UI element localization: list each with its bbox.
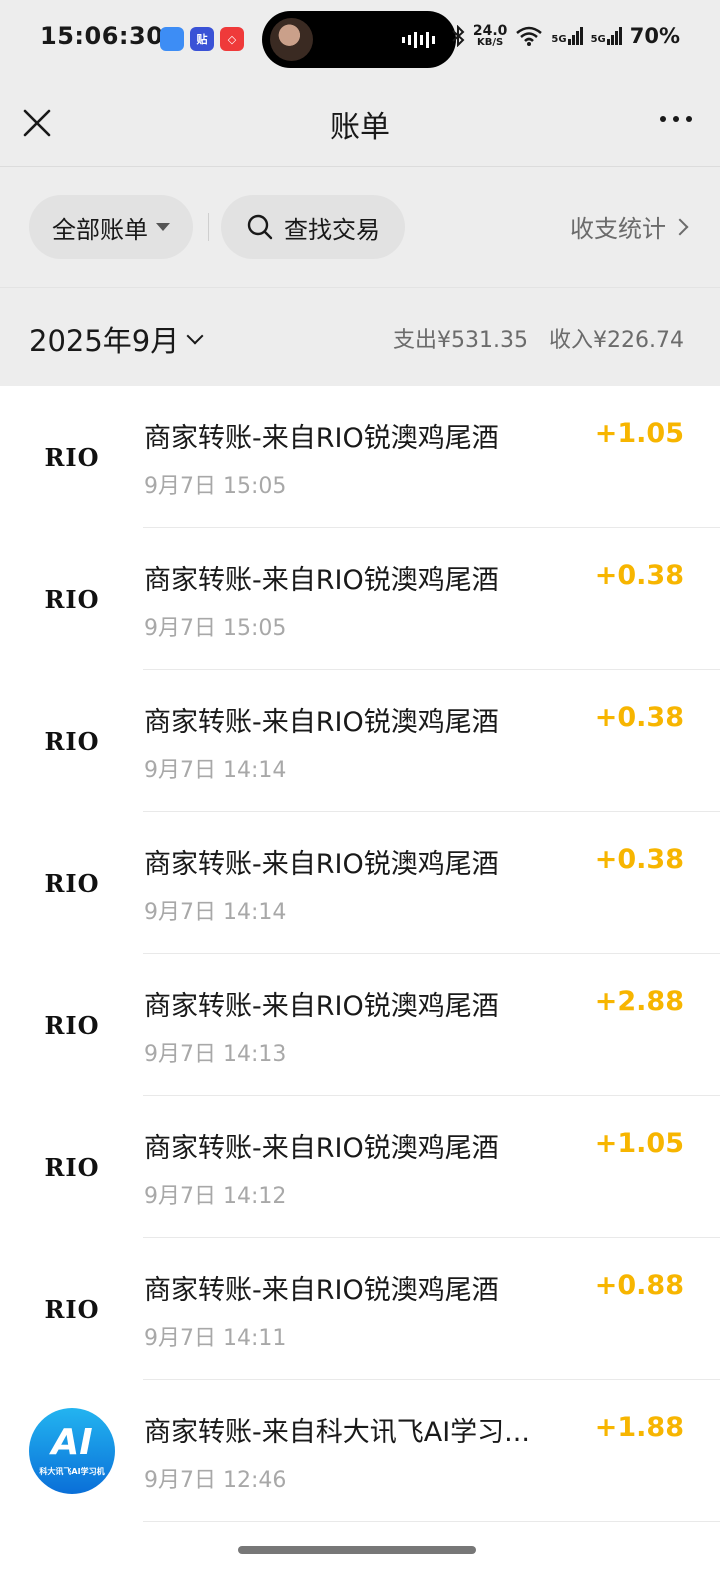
transaction-amount: +0.88: [594, 1270, 684, 1301]
transaction-title: 商家转账-来自RIO锐澳鸡尾酒: [144, 849, 499, 880]
transaction-amount: +1.88: [594, 1412, 684, 1443]
rio-logo-text: RIO: [44, 442, 100, 472]
all-bills-dropdown[interactable]: 全部账单: [29, 195, 193, 259]
net-speed-value: 24.0: [472, 23, 508, 39]
all-bills-label: 全部账单: [52, 215, 148, 244]
search-transactions-button[interactable]: 查找交易: [221, 195, 405, 259]
rio-logo-text: RIO: [44, 584, 100, 614]
iflytek-ai-logo: AI 科大讯飞AI学习机: [29, 1408, 115, 1494]
transaction-row[interactable]: RIO 商家转账-来自RIO锐澳鸡尾酒 9月7日 14:12 +1.05: [0, 1096, 720, 1238]
chevron-right-icon: [671, 218, 689, 235]
transaction-row[interactable]: AI 科大讯飞AI学习机 商家转账-来自科大讯飞AI学习... 9月7日 12:…: [0, 1380, 720, 1522]
home-indicator[interactable]: [238, 1546, 476, 1554]
transaction-row[interactable]: RIO 商家转账-来自RIO锐澳鸡尾酒 9月7日 14:11 +0.88: [0, 1238, 720, 1380]
dynamic-island[interactable]: [262, 11, 456, 68]
rio-logo-text: RIO: [44, 1294, 100, 1324]
transaction-date: 9月7日 12:46: [144, 1468, 287, 1493]
transaction-title: 商家转账-来自RIO锐澳鸡尾酒: [144, 565, 499, 596]
caret-down-icon: [156, 223, 170, 231]
month-selector[interactable]: 2025年9月: [29, 318, 204, 360]
month-expense: 支出¥531.35: [393, 328, 529, 353]
nav-bar: 账单: [0, 80, 720, 167]
battery-level: 70%: [629, 24, 680, 48]
rio-logo-text: RIO: [44, 868, 100, 898]
month-header: 2025年9月 支出¥531.35 收入¥226.74: [0, 288, 720, 386]
red-app-icon: ◇: [220, 27, 244, 51]
stats-label: 收支统计: [570, 215, 666, 243]
transaction-amount: +0.38: [594, 702, 684, 733]
transaction-row[interactable]: RIO 商家转账-来自RIO锐澳鸡尾酒 9月7日 15:05 +1.05: [0, 386, 720, 528]
transaction-date: 9月7日 14:14: [144, 900, 287, 925]
search-transactions-label: 查找交易: [284, 215, 380, 244]
net-speed: 24.0 KB/S: [473, 24, 508, 48]
rio-logo: RIO: [29, 1124, 115, 1210]
page-title: 账单: [330, 110, 390, 145]
transaction-title: 商家转账-来自RIO锐澳鸡尾酒: [144, 1133, 499, 1164]
transaction-date: 9月7日 14:13: [144, 1042, 287, 1067]
rio-logo: RIO: [29, 698, 115, 784]
transaction-title: 商家转账-来自RIO锐澳鸡尾酒: [144, 423, 499, 454]
transaction-title: 商家转账-来自科大讯飞AI学习...: [144, 1417, 530, 1448]
bluetooth-icon: [452, 25, 465, 47]
signal-5g-1-icon: 5G: [551, 27, 583, 45]
blue-app-icon: [160, 27, 184, 51]
income-expense-stats-link[interactable]: 收支统计: [570, 209, 689, 244]
month-label: 2025年9月: [29, 324, 180, 358]
rio-logo: RIO: [29, 1266, 115, 1352]
more-dot-icon: [673, 116, 679, 122]
rio-logo: RIO: [29, 840, 115, 926]
transaction-date: 9月7日 14:11: [144, 1326, 287, 1351]
ai-logo-text: AI: [51, 1422, 93, 1463]
audio-wave-icon: [402, 32, 435, 48]
transaction-row[interactable]: RIO 商家转账-来自RIO锐澳鸡尾酒 9月7日 14:13 +2.88: [0, 954, 720, 1096]
transaction-amount: +0.38: [594, 844, 684, 875]
rio-logo: RIO: [29, 414, 115, 500]
tie-app-icon: 贴: [190, 27, 214, 51]
rio-logo: RIO: [29, 982, 115, 1068]
transaction-date: 9月7日 15:05: [144, 474, 287, 499]
transaction-title: 商家转账-来自RIO锐澳鸡尾酒: [144, 1275, 499, 1306]
transaction-title: 商家转账-来自RIO锐澳鸡尾酒: [144, 991, 499, 1022]
transaction-row[interactable]: RIO 商家转账-来自RIO锐澳鸡尾酒 9月7日 14:14 +0.38: [0, 812, 720, 954]
rio-logo-text: RIO: [44, 1010, 100, 1040]
status-icons: 24.0 KB/S 5G 5G 70%: [451, 24, 680, 48]
month-income: 收入¥226.74: [549, 328, 684, 353]
avatar: [270, 18, 313, 61]
more-dot-icon: [660, 116, 666, 122]
transaction-amount: +1.05: [594, 418, 684, 449]
rio-logo-text: RIO: [44, 1152, 100, 1182]
month-summary: 支出¥531.35 收入¥226.74: [379, 322, 684, 354]
transaction-list: RIO 商家转账-来自RIO锐澳鸡尾酒 9月7日 15:05 +1.05 RIO…: [0, 386, 720, 1584]
signal-label-2: 5G: [590, 34, 606, 45]
search-icon: [247, 214, 273, 240]
transaction-row[interactable]: RIO 商家转账-来自RIO锐澳鸡尾酒 9月7日 15:05 +0.38: [0, 528, 720, 670]
ai-logo-subtext: 科大讯飞AI学习机: [39, 1467, 105, 1476]
signal-label-1: 5G: [551, 34, 567, 45]
net-speed-unit: KB/S: [477, 37, 504, 48]
more-button[interactable]: [660, 116, 692, 122]
wifi-icon: [516, 26, 543, 46]
more-dot-icon: [686, 116, 692, 122]
transaction-date: 9月7日 15:05: [144, 616, 287, 641]
status-bar: 15:06:30 贴 ◇ 24.0 KB/S 5G 5G 70%: [0, 0, 720, 80]
transaction-date: 9月7日 14:14: [144, 758, 287, 783]
transaction-row[interactable]: RIO 商家转账-来自RIO锐澳鸡尾酒 9月7日 14:14 +0.38: [0, 670, 720, 812]
transaction-title: 商家转账-来自RIO锐澳鸡尾酒: [144, 707, 499, 738]
signal-5g-2-icon: 5G: [591, 27, 622, 45]
transaction-amount: +1.05: [594, 1128, 684, 1159]
transaction-amount: +0.38: [594, 560, 684, 591]
ai-logo: AI 科大讯飞AI学习机: [29, 1408, 115, 1494]
divider: [208, 213, 209, 241]
rio-logo: RIO: [29, 556, 115, 642]
divider: [143, 1521, 720, 1522]
status-time: 15:06:30: [40, 22, 164, 50]
rio-logo-text: RIO: [44, 726, 100, 756]
transaction-date: 9月7日 14:12: [144, 1184, 287, 1209]
transaction-amount: +2.88: [594, 986, 684, 1017]
chevron-down-icon: [186, 327, 204, 345]
filter-row: 全部账单 查找交易 收支统计: [0, 167, 720, 288]
